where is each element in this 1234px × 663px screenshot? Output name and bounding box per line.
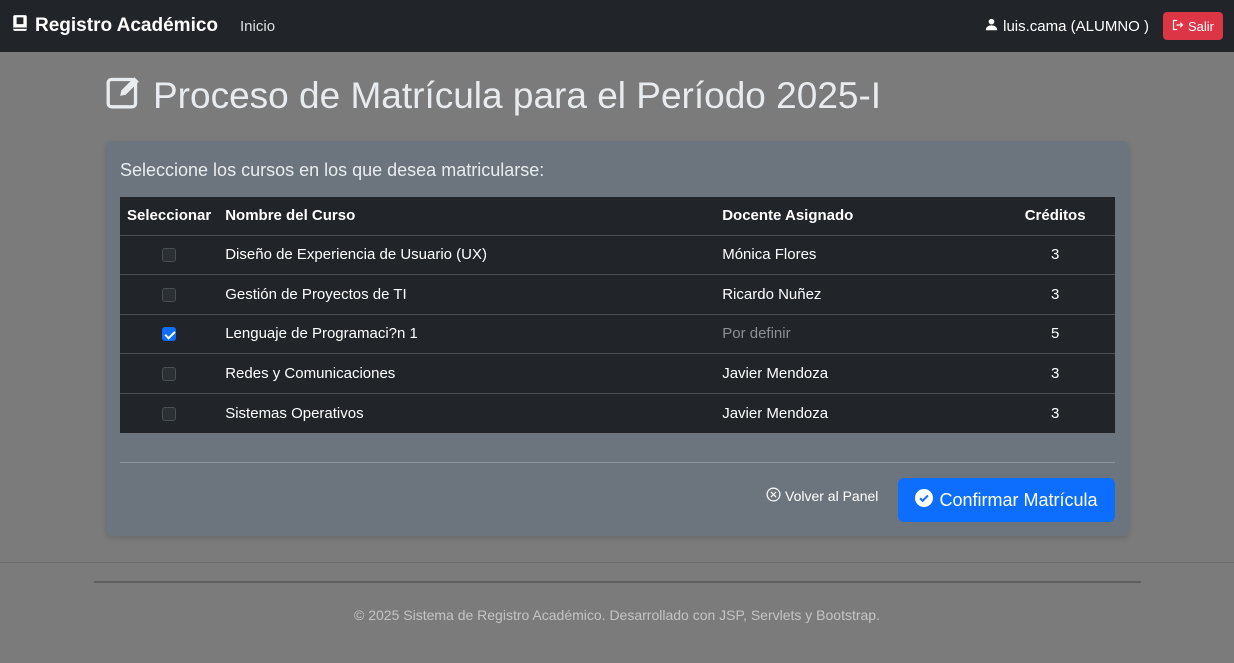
page-title: Proceso de Matrícula para el Período 202… (106, 74, 881, 118)
confirm-enrollment-button[interactable]: Confirmar Matrícula (898, 478, 1115, 522)
course-checkbox[interactable] (162, 287, 177, 302)
user-info: luis.cama (ALUMNO ) (985, 18, 1149, 35)
course-teacher: Ricardo Nuñez (715, 274, 996, 315)
course-teacher: Javier Mendoza (722, 404, 829, 422)
table-row: Gestión de Proyectos de TI Ricardo Nuñez… (120, 274, 1115, 315)
table-row: Redes y Comunicaciones Javier Mendoza 3 (120, 353, 1115, 394)
header-select: Seleccionar (120, 197, 219, 236)
nav-link-home[interactable]: Inicio (240, 18, 275, 35)
course-credits: 5 (995, 314, 1115, 354)
brand-link[interactable]: Registro Académico (11, 14, 218, 38)
course-credits: 3 (995, 353, 1115, 394)
course-teacher: Por definir (715, 314, 996, 354)
course-credits: 3 (995, 274, 1115, 315)
edit-icon (106, 74, 141, 118)
course-name: Sistemas Operativos (225, 404, 364, 422)
table-row: Lenguaje de Programaci?n 1 Por definir 5 (120, 314, 1115, 354)
card-intro: Seleccione los cursos en los que desea m… (120, 160, 545, 180)
header-course: Nombre del Curso (218, 197, 716, 236)
close-circle-icon (766, 487, 781, 505)
card-divider (120, 462, 1115, 463)
course-checkbox[interactable] (162, 327, 177, 342)
enrollment-card: Seleccione los cursos en los que desea m… (106, 141, 1129, 536)
table-row: Sistemas Operativos Javier Mendoza 3 (120, 393, 1115, 433)
course-name: Gestión de Proyectos de TI (218, 274, 716, 315)
footer-divider (94, 581, 1141, 583)
course-name: Diseño de Experiencia de Usuario (UX) (218, 235, 716, 275)
course-teacher: Mónica Flores (715, 235, 996, 275)
course-checkbox[interactable] (162, 366, 177, 381)
course-name: Redes y Comunicaciones (218, 353, 716, 394)
logout-icon (1172, 19, 1184, 34)
course-teacher: Javier Mendoza (715, 353, 996, 394)
user-name: luis.cama (ALUMNO ) (1003, 17, 1149, 35)
book-icon (11, 14, 29, 38)
footer-text: © 2025 Sistema de Registro Académico. De… (354, 607, 880, 623)
page-title-text: Proceso de Matrícula para el Período 202… (153, 75, 882, 116)
table-row: Diseño de Experiencia de Usuario (UX) Mó… (120, 235, 1115, 275)
navbar: Registro Académico Inicio luis.cama (ALU… (0, 0, 1234, 52)
confirm-label: Confirmar Matrícula (939, 489, 1098, 510)
back-link-label: Volver al Panel (785, 488, 879, 504)
course-checkbox[interactable] (162, 406, 177, 421)
header-credits: Créditos (995, 197, 1115, 236)
course-credits: 3 (995, 235, 1115, 275)
courses-table: Seleccionar Nombre del Curso Docente Asi… (120, 197, 1115, 433)
brand-text: Registro Académico (35, 15, 219, 36)
check-circle-icon (915, 488, 934, 512)
course-credits: 3 (1050, 404, 1060, 422)
logout-label: Salir (1187, 18, 1214, 34)
person-icon (985, 18, 998, 35)
header-teacher: Docente Asignado (715, 197, 996, 236)
course-checkbox[interactable] (162, 248, 177, 263)
logout-button[interactable]: Salir (1162, 12, 1223, 40)
back-to-panel-link[interactable]: Volver al Panel (766, 487, 878, 505)
course-name: Lenguaje de Programaci?n 1 (218, 314, 716, 354)
footer-border (0, 562, 1234, 563)
table-header-row: Seleccionar Nombre del Curso Docente Asi… (120, 197, 1115, 236)
